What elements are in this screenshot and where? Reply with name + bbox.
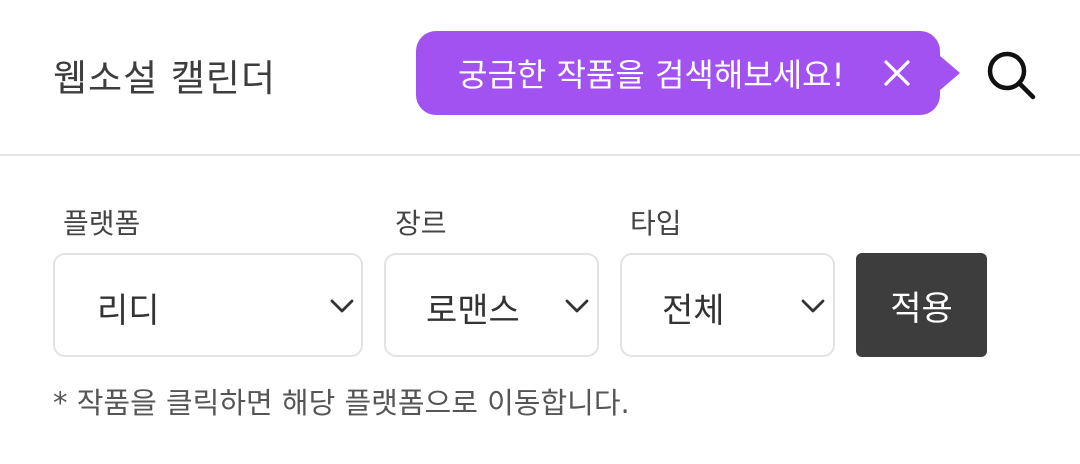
- search-icon[interactable]: [982, 47, 1042, 103]
- search-tooltip: 궁금한 작품을 검색해보세요!: [416, 31, 960, 115]
- genre-select[interactable]: 로맨스: [384, 253, 599, 357]
- chevron-down-icon: [565, 299, 589, 313]
- tooltip-text: 궁금한 작품을 검색해보세요!: [458, 56, 845, 94]
- chevron-down-icon: [801, 299, 825, 313]
- genre-label: 장르: [395, 207, 447, 240]
- app-title: 웹소설 캘린더: [53, 57, 277, 100]
- platform-select-value: 리디: [97, 291, 160, 331]
- apply-button[interactable]: 적용: [856, 253, 987, 357]
- type-select[interactable]: 전체: [620, 253, 835, 357]
- close-icon[interactable]: [882, 58, 912, 88]
- app-header: 웹소설 캘린더 궁금한 작품을 검색해보세요!: [0, 0, 1080, 156]
- notice-text: * 작품을 클릭하면 해당 플랫폼으로 이동합니다.: [53, 386, 630, 420]
- type-label: 타입: [630, 207, 682, 240]
- platform-select[interactable]: 리디: [53, 253, 363, 357]
- chevron-down-icon: [330, 299, 354, 313]
- platform-label: 플랫폼: [63, 207, 141, 240]
- type-select-value: 전체: [662, 291, 725, 331]
- genre-select-value: 로맨스: [426, 291, 520, 331]
